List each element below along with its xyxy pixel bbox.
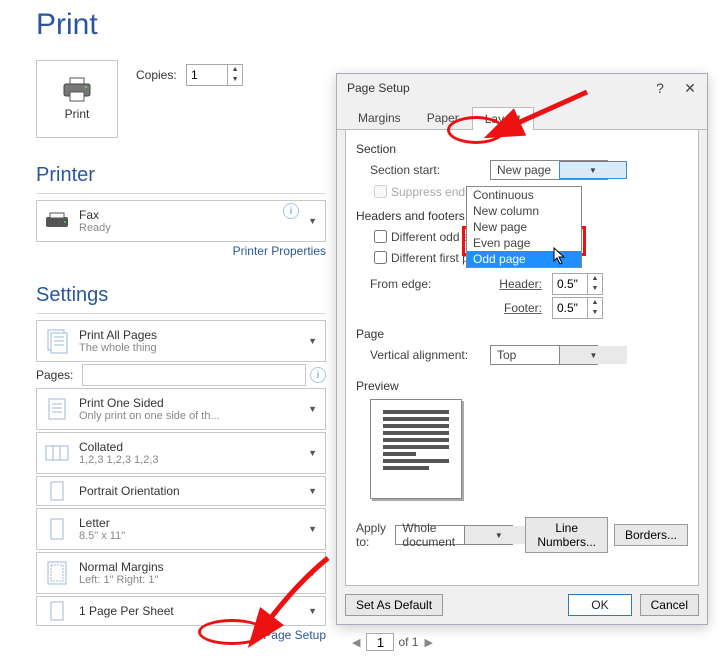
- printer-heading: Printer: [36, 164, 326, 187]
- margins-dropdown[interactable]: Normal MarginsLeft: 1" Right: 1" ▼: [36, 552, 326, 594]
- info-icon[interactable]: i: [310, 367, 326, 383]
- section-group-label: Section: [356, 142, 688, 156]
- header-spinner[interactable]: ▲▼: [552, 273, 603, 295]
- chevron-down-icon: ▼: [304, 336, 321, 346]
- chevron-down-icon: ▼: [559, 346, 627, 364]
- collate-dropdown[interactable]: Collated1,2,3 1,2,3 1,2,3 ▼: [36, 432, 326, 474]
- orientation-dropdown[interactable]: Portrait Orientation ▼: [36, 476, 326, 506]
- dialog-title: Page Setup: [347, 81, 645, 95]
- paper-size-dropdown[interactable]: Letter8.5" x 11" ▼: [36, 508, 326, 550]
- page-total: of 1: [398, 635, 418, 649]
- print-range-dropdown[interactable]: Print All PagesThe whole thing ▼: [36, 320, 326, 362]
- copies-spinner[interactable]: ▲▼: [186, 64, 243, 86]
- letter-icon: [41, 513, 73, 545]
- tab-margins[interactable]: Margins: [345, 106, 414, 129]
- chevron-down-icon: ▼: [304, 486, 321, 496]
- prev-page-button[interactable]: ◀: [350, 636, 362, 649]
- preview-label: Preview: [356, 379, 688, 393]
- printer-icon: [62, 77, 92, 103]
- section-start-label: Section start:: [370, 163, 490, 177]
- page-group-label: Page: [356, 327, 688, 341]
- apply-to-label: Apply to:: [356, 521, 389, 549]
- borders-button[interactable]: Borders...: [614, 524, 688, 546]
- cursor-icon: [553, 247, 567, 265]
- print-heading: Print: [36, 8, 326, 42]
- header-label: Header:: [490, 277, 542, 291]
- close-button[interactable]: ✕: [675, 76, 705, 100]
- dropdown-item[interactable]: Continuous: [467, 187, 581, 203]
- cancel-button[interactable]: Cancel: [640, 594, 699, 616]
- printer-status: Ready: [79, 222, 304, 234]
- chevron-down-icon: ▼: [304, 568, 321, 578]
- printer-properties-link[interactable]: Printer Properties: [36, 244, 326, 258]
- spin-up[interactable]: ▲: [228, 65, 242, 75]
- chevron-down-icon: ▼: [304, 404, 321, 414]
- sides-dropdown[interactable]: Print One SidedOnly print on one side of…: [36, 388, 326, 430]
- chevron-down-icon: ▼: [304, 216, 321, 226]
- chevron-down-icon: ▼: [464, 526, 532, 544]
- spin-down[interactable]: ▼: [228, 75, 242, 85]
- pages-input[interactable]: [82, 364, 306, 386]
- page-number-input[interactable]: [366, 633, 394, 651]
- info-icon[interactable]: i: [279, 203, 299, 219]
- footer-spinner[interactable]: ▲▼: [552, 297, 603, 319]
- printer-name: Fax: [79, 208, 304, 222]
- set-default-button[interactable]: Set As Default: [345, 594, 443, 616]
- different-odd-even-check[interactable]: [374, 230, 387, 243]
- print-button[interactable]: Print: [36, 60, 118, 138]
- pages-label: Pages:: [36, 368, 82, 382]
- valign-combo[interactable]: Top▼: [490, 345, 598, 365]
- print-button-label: Print: [65, 107, 90, 121]
- preview-thumbnail: [370, 399, 462, 499]
- next-page-button[interactable]: ▶: [422, 636, 434, 649]
- chevron-down-icon: ▼: [304, 524, 321, 534]
- line-numbers-button[interactable]: Line Numbers...: [525, 517, 608, 553]
- copies-input[interactable]: [187, 65, 227, 85]
- ok-button[interactable]: OK: [568, 594, 631, 616]
- dropdown-item[interactable]: New column: [467, 203, 581, 219]
- pages-per-sheet-dropdown[interactable]: 1 Page Per Sheet ▼: [36, 596, 326, 626]
- tab-layout[interactable]: Layout: [472, 107, 534, 130]
- suppress-endnotes-check: [374, 185, 387, 198]
- footer-label: Footer:: [490, 301, 542, 315]
- page-navigator: ◀ of 1 ▶: [350, 633, 435, 651]
- one-side-icon: [41, 393, 73, 425]
- from-edge-label: From edge:: [370, 277, 490, 291]
- page-setup-dialog: Page Setup ? ✕ Margins Paper Layout Sect…: [336, 73, 708, 625]
- dropdown-item[interactable]: New page: [467, 219, 581, 235]
- valign-label: Vertical alignment:: [370, 348, 490, 362]
- tab-paper[interactable]: Paper: [414, 106, 472, 129]
- pages-icon: [41, 325, 73, 357]
- margins-icon: [41, 557, 73, 589]
- chevron-down-icon: ▼: [304, 448, 321, 458]
- collated-icon: [41, 437, 73, 469]
- page-setup-link[interactable]: Page Setup: [36, 628, 326, 642]
- settings-heading: Settings: [36, 284, 326, 307]
- sheet-icon: [41, 595, 73, 627]
- copies-label: Copies:: [136, 68, 177, 82]
- help-button[interactable]: ?: [645, 76, 675, 100]
- different-first-check[interactable]: [374, 251, 387, 264]
- printer-selector[interactable]: i FaxReady ▼: [36, 200, 326, 242]
- fax-icon: [41, 205, 73, 237]
- section-start-combo[interactable]: New page▼: [490, 160, 608, 180]
- apply-to-combo[interactable]: Whole document▼: [395, 525, 513, 545]
- portrait-icon: [41, 475, 73, 507]
- chevron-down-icon: ▼: [559, 161, 627, 179]
- chevron-down-icon: ▼: [304, 606, 321, 616]
